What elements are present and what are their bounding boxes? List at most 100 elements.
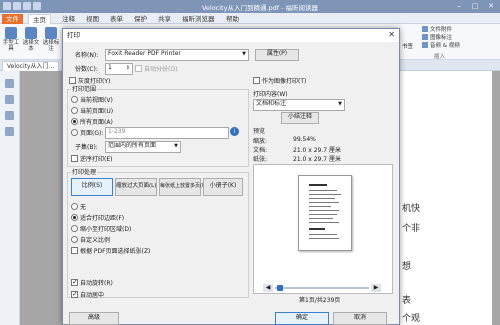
print-dialog: 打印 ✕ 名称(N): Foxit Reader PDF Printer ▼ 属性… [62, 28, 400, 325]
copies-input[interactable]: 1 ⇕ [105, 63, 133, 75]
title-bar: Velocity从入门到精通.pdf - 福昕阅读器 – □ ✕ [0, 0, 500, 13]
collate-label: 自动分份(O) [144, 66, 178, 73]
image-annotation-button[interactable]: 图像标注 [422, 34, 460, 42]
tab-share[interactable]: 共享 [158, 14, 171, 24]
audio-video-button[interactable]: 音频 & 视频 [422, 42, 460, 50]
print-as-image-label: 作为图像打印(T) [262, 78, 307, 85]
radio-scale-none[interactable] [71, 203, 78, 210]
page-slider[interactable]: ◀ ▶ [263, 284, 381, 292]
radio-current-page[interactable] [71, 107, 78, 114]
bookmark-panel-icon[interactable] [5, 79, 14, 88]
collate-checkbox[interactable] [135, 65, 142, 72]
printer-select[interactable]: Foxit Reader PDF Printer ▼ [105, 49, 249, 61]
copies-label: 份数(C): [75, 66, 98, 73]
fit-print-margins-label: 适合打印边距(F) [80, 215, 125, 222]
scale-none-label: 无 [80, 204, 87, 211]
comments-panel-icon[interactable] [5, 127, 14, 136]
radio-shrink-to-area[interactable] [71, 225, 78, 232]
auto-rotate-checkbox[interactable] [71, 278, 78, 286]
page-text-1: 机快 [402, 204, 421, 214]
insert-group: 文件附件 图像标注 音频 & 视频 [422, 26, 460, 50]
preview-page [298, 175, 352, 251]
layers-panel-icon[interactable] [5, 111, 14, 120]
tab-view[interactable]: 视图 [86, 14, 99, 24]
doc-size-label: 文档: [253, 147, 268, 154]
hand-tool-label: 手型工具 [2, 40, 20, 52]
page-indicator: 第1页/共239页 [299, 297, 341, 304]
scale-mode-button[interactable]: 比例(S) [71, 178, 113, 196]
pages-panel-icon[interactable] [5, 95, 14, 104]
chevron-down-icon: ▼ [242, 51, 246, 57]
print-content-value: 文档和标注 [256, 100, 287, 107]
radio-fit-print-margins[interactable] [71, 214, 78, 221]
close-icon[interactable]: ✕ [388, 30, 395, 39]
select-annotation-button[interactable]: 选择标注 [42, 27, 60, 52]
booklet-button[interactable]: 小册子(K) [203, 178, 243, 196]
spinner-icon: ⇕ [125, 65, 130, 71]
chevron-down-icon: ▼ [338, 101, 342, 107]
select-text-button[interactable]: 选择文本 [22, 27, 40, 52]
hand-tool-button[interactable]: 手型工具 [2, 27, 20, 52]
file-attachment-button[interactable]: 文件附件 [422, 26, 460, 34]
select-annotation-label: 选择标注 [42, 40, 60, 52]
printer-select-value: Foxit Reader PDF Printer [108, 50, 181, 57]
auto-center-label: 自动居中 [80, 292, 105, 299]
window-title: Velocity从入门到精通.pdf - 福昕阅读器 [201, 4, 319, 12]
chevron-down-icon: ▼ [174, 143, 178, 149]
auto-rotate-label: 自动旋转(R) [80, 280, 113, 287]
ribbon-tabs: 文件 主页 注释 视图 表单 保护 共享 福昕浏览器 帮助 [0, 13, 500, 25]
reverse-checkbox[interactable] [71, 155, 78, 162]
tab-foxit-browser[interactable]: 福昕浏览器 [182, 14, 215, 24]
insert-group-label: 插入 [434, 54, 446, 60]
summarize-comments-button[interactable]: 小结注释 [281, 112, 319, 124]
multiple-pages-button[interactable]: 每张纸上放置多页(M) [159, 178, 208, 196]
radio-custom-scale[interactable] [71, 236, 78, 243]
tab-file[interactable]: 文件 [2, 14, 23, 24]
next-page-icon[interactable]: ▶ [371, 284, 381, 292]
tab-form[interactable]: 表单 [110, 14, 123, 24]
select-annotation-icon [45, 27, 57, 39]
info-icon[interactable]: i [230, 127, 239, 136]
grayscale-checkbox[interactable] [69, 77, 76, 84]
custom-scale-label: 自定义比例 [80, 237, 111, 244]
paper-source-label: 根据 PDF页面选择纸张(Z) [80, 248, 151, 255]
tab-protect[interactable]: 保护 [134, 14, 147, 24]
properties-button[interactable]: 属性(P) [255, 49, 299, 61]
preview-title: 预览 [253, 128, 266, 135]
auto-center-checkbox[interactable] [71, 290, 78, 298]
reverse-label: 逆序打印(E) [80, 156, 113, 163]
print-content-select[interactable]: 文档和标注 ▼ [253, 99, 345, 111]
bookmark-label[interactable]: 书签 [402, 42, 413, 50]
previous-page-icon[interactable]: ◀ [263, 284, 273, 292]
navigation-sidebar [0, 71, 20, 325]
tab-comment[interactable]: 注释 [62, 14, 75, 24]
minimize-icon[interactable]: – [452, 1, 466, 11]
printer-name-label: 名称(N): [75, 52, 99, 59]
pages-label: 页面(G): [80, 130, 104, 137]
pages-range-input[interactable]: 1-239 [105, 127, 229, 139]
print-handling-title: 打印处理 [71, 167, 98, 176]
close-window-icon[interactable]: ✕ [484, 1, 498, 11]
radio-all-pages[interactable] [71, 118, 78, 125]
print-preview [253, 164, 393, 294]
page-text-5: 个观 [402, 314, 421, 324]
hand-icon [5, 27, 17, 39]
radio-current-view[interactable] [71, 96, 78, 103]
print-as-image-checkbox[interactable] [253, 77, 260, 84]
ok-button[interactable]: 确定 [275, 312, 329, 325]
fit-oversized-button[interactable]: 缩放过大页面(L) [115, 178, 157, 196]
maximize-icon[interactable]: □ [468, 1, 482, 11]
shrink-to-area-label: 缩小至打印区域(D) [80, 226, 132, 233]
quick-access-toolbar[interactable] [3, 2, 63, 11]
tab-help[interactable]: 帮助 [226, 14, 239, 24]
cancel-button[interactable]: 取消 [333, 312, 387, 325]
radio-pages[interactable] [71, 129, 78, 136]
slider-track[interactable] [275, 287, 369, 289]
page-text-2: 个非 [402, 224, 421, 234]
advanced-button[interactable]: 高级 [69, 312, 119, 325]
slider-thumb[interactable] [277, 285, 283, 291]
print-range-title: 打印范围 [71, 84, 98, 93]
subset-select[interactable]: 范围内的所有页面 ▼ [105, 141, 181, 153]
paper-source-checkbox[interactable] [71, 247, 78, 254]
all-pages-label: 所有页面(A) [80, 119, 113, 126]
